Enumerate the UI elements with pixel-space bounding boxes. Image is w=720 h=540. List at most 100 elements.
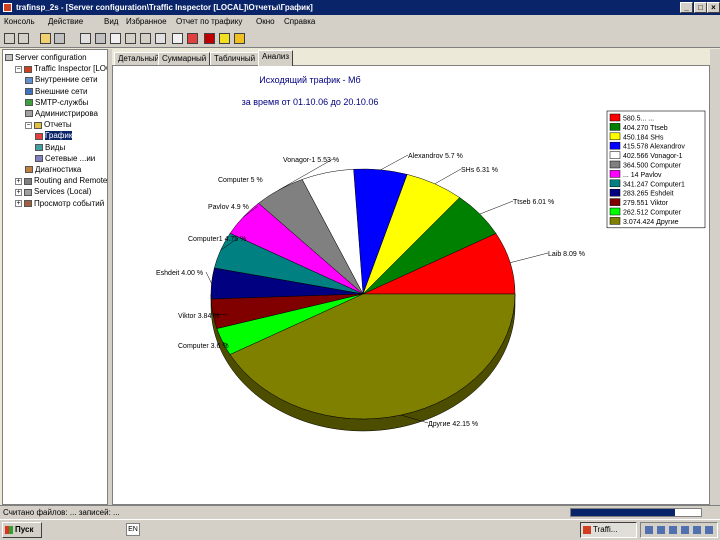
tree-node-label: Внешние сети bbox=[35, 86, 88, 96]
tree-node[interactable]: − Отчеты bbox=[25, 120, 72, 130]
tree-node[interactable]: График bbox=[35, 131, 73, 141]
status-text: Считано файлов: ... записей: ... bbox=[3, 508, 120, 517]
tree-node[interactable]: − Traffic Inspector [LOC bbox=[15, 64, 108, 74]
menu-bar: Консоль Действие Вид Избранное Отчет по … bbox=[0, 15, 720, 30]
slice-label: Laib 8.09 % bbox=[548, 251, 585, 258]
node-icon bbox=[35, 132, 43, 140]
console-icon[interactable] bbox=[54, 33, 65, 44]
tree-node-label: Просмотр событий bbox=[34, 198, 105, 208]
tree-node[interactable]: Server configuration bbox=[5, 53, 87, 63]
task-label: Traffi... bbox=[593, 525, 618, 534]
tab-tabular[interactable]: Табличный bbox=[210, 52, 260, 65]
legend-entry: 415.578 Alexandrov bbox=[623, 144, 685, 151]
tab-summary[interactable]: Суммарный bbox=[158, 52, 211, 65]
back-icon[interactable] bbox=[4, 33, 15, 44]
menu-traffic-report[interactable]: Отчет по трафику bbox=[176, 17, 242, 26]
slice-label: Viktor 3.84 % bbox=[178, 313, 220, 320]
menu-console[interactable]: Консоль bbox=[4, 17, 35, 26]
tree-node-label: Администрирова bbox=[35, 109, 98, 118]
tray-icon[interactable] bbox=[681, 526, 689, 534]
help-icon[interactable] bbox=[155, 33, 166, 44]
tray-icon[interactable] bbox=[705, 526, 713, 534]
tree-node[interactable]: Диагностика bbox=[25, 165, 81, 175]
report-icon[interactable] bbox=[172, 33, 183, 44]
chart-panel: Исходящий трафик - Мб за время от 01.10.… bbox=[112, 65, 710, 505]
legend-entry: 3.074.424 Другие bbox=[623, 219, 679, 226]
legend-swatch bbox=[609, 141, 621, 150]
minimize-button[interactable]: _ bbox=[680, 2, 693, 13]
node-icon bbox=[35, 143, 43, 151]
taskbar-app-button[interactable]: Traffi... bbox=[580, 522, 637, 538]
node-icon bbox=[25, 87, 33, 95]
tree-node-label: Traffic Inspector [LOC bbox=[34, 64, 108, 74]
collapse-icon[interactable]: − bbox=[25, 121, 32, 129]
app-icon bbox=[583, 526, 591, 534]
status-bar: Считано файлов: ... записей: ... bbox=[0, 505, 720, 519]
expand-icon[interactable]: + bbox=[15, 199, 22, 207]
title-bar[interactable]: trafinsp_2s - [Server configuration\Traf… bbox=[0, 0, 720, 15]
tree-node[interactable]: SMTP-службы bbox=[25, 98, 88, 108]
menu-help[interactable]: Справка bbox=[284, 17, 315, 26]
close-button[interactable]: × bbox=[707, 2, 720, 13]
tree-node[interactable]: + Services (Local) bbox=[15, 187, 91, 197]
tree-node[interactable]: + Просмотр событий bbox=[15, 199, 104, 209]
tray-icon[interactable] bbox=[645, 526, 653, 534]
node-icon bbox=[5, 54, 13, 62]
tree-node[interactable]: Внешние сети bbox=[25, 87, 88, 97]
slice-label: SHs 6.31 % bbox=[461, 167, 498, 174]
chart-title: Исходящий трафик - Мб bbox=[259, 75, 360, 85]
node-icon bbox=[24, 177, 32, 185]
node-icon bbox=[25, 110, 33, 118]
collapse-icon[interactable]: − bbox=[15, 65, 22, 73]
tray-icon[interactable] bbox=[669, 526, 677, 534]
tab-detailed[interactable]: Детальный bbox=[114, 52, 164, 65]
expand-icon[interactable]: + bbox=[15, 188, 22, 196]
stop-icon[interactable] bbox=[125, 33, 136, 44]
start-label: Пуск bbox=[15, 525, 34, 534]
vertical-scrollbar[interactable] bbox=[710, 49, 720, 505]
legend-swatch bbox=[609, 188, 621, 197]
app-icon bbox=[3, 3, 12, 12]
expand-icon[interactable]: + bbox=[15, 177, 22, 185]
menu-action[interactable]: Действие bbox=[48, 17, 83, 26]
menu-view[interactable]: Вид bbox=[104, 17, 118, 26]
tree-node[interactable]: Виды bbox=[35, 143, 65, 153]
tree-node[interactable]: Внутренние сети bbox=[25, 75, 98, 85]
tree-node-label: SMTP-службы bbox=[35, 97, 89, 107]
slice-label: Ttseb 6.01 % bbox=[513, 199, 554, 206]
chart-subtitle: за время от 01.10.06 до 20.10.06 bbox=[242, 97, 379, 107]
lightning-icon[interactable] bbox=[234, 33, 245, 44]
language-indicator[interactable]: EN bbox=[126, 523, 140, 536]
properties-icon[interactable] bbox=[80, 33, 91, 44]
system-tray bbox=[640, 522, 718, 538]
tree-node[interactable]: Администрирова bbox=[25, 109, 98, 119]
tree-node[interactable]: + Routing and Remote A bbox=[15, 176, 107, 186]
start-button[interactable]: Пуск bbox=[2, 522, 42, 538]
delete-icon[interactable] bbox=[204, 33, 215, 44]
slice-label: Computer 5 % bbox=[218, 177, 263, 184]
tree-node[interactable]: Сетевые ...ии bbox=[35, 154, 95, 164]
node-icon bbox=[25, 76, 33, 84]
tray-icon[interactable] bbox=[657, 526, 665, 534]
legend: 580.5... ... 404.270 Ttseb 450.184 SHs 415.… bbox=[606, 110, 706, 229]
console-tree[interactable]: Server configuration − Traffic Inspector [… bbox=[2, 49, 108, 505]
export-icon[interactable] bbox=[95, 33, 106, 44]
maximize-button[interactable]: □ bbox=[694, 2, 707, 13]
search-icon[interactable] bbox=[110, 33, 121, 44]
tray-icon[interactable] bbox=[693, 526, 701, 534]
forward-icon[interactable] bbox=[18, 33, 29, 44]
tab-analysis[interactable]: Анализ bbox=[258, 50, 294, 66]
menu-favorites[interactable]: Избранное bbox=[126, 17, 167, 26]
filter-icon[interactable] bbox=[219, 33, 230, 44]
tree-node-label: Server configuration bbox=[15, 53, 87, 62]
chart-icon[interactable] bbox=[187, 33, 198, 44]
folder-icon[interactable] bbox=[40, 33, 51, 44]
refresh-icon[interactable] bbox=[140, 33, 151, 44]
legend-swatch bbox=[609, 179, 621, 188]
tree-node-label: Внутренние сети bbox=[35, 75, 98, 85]
pie-slices bbox=[210, 168, 516, 420]
legend-entry: 341.247 Computer1 bbox=[623, 181, 685, 188]
slice-label: Alexandrov 5.7 % bbox=[408, 153, 463, 160]
menu-window[interactable]: Окно bbox=[256, 17, 275, 26]
progress-bar bbox=[570, 508, 702, 517]
